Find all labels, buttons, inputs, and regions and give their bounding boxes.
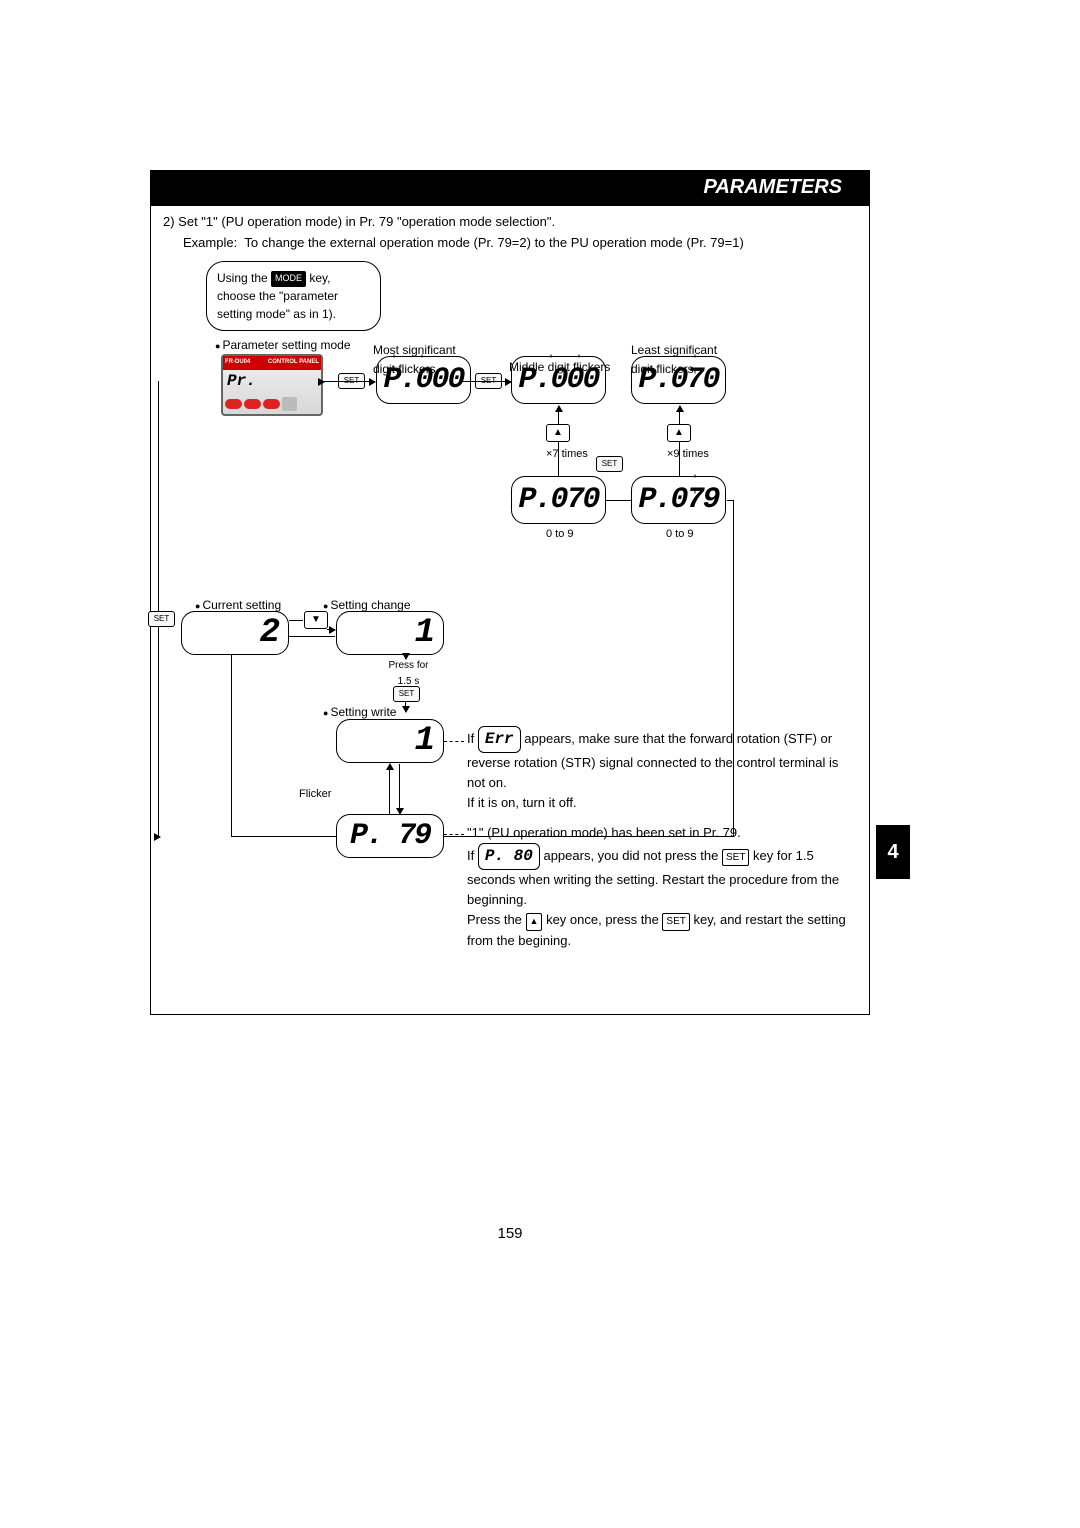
param-mode-label: Parameter setting mode [215,336,351,355]
lcd-p070-b: P.070 [511,476,606,524]
lcd-one: 1 [336,611,444,655]
lcd-one2: 1 [336,719,444,763]
lcd-p000-a: P.000' ' [376,356,471,404]
set-button[interactable]: SET [596,456,623,472]
fr-du04-panel: FR-DU04 CONTROL PANEL Pr. [221,354,323,416]
panel-model: FR-DU04 [225,358,250,368]
p80-display: P. 80 [478,843,540,870]
x9-label: ×9 times [667,446,709,464]
lcd-p079: P.079' ' [631,476,726,524]
content-frame: 2) Set "1" (PU operation mode) in Pr. 79… [150,205,870,1015]
set-key-inline: SET [662,913,689,931]
example-text: Example: To change the external operatio… [163,233,857,254]
panel-display: Pr. [227,369,256,395]
up-button[interactable]: ▲ [667,424,691,442]
bubble-l1a: Using the [217,271,271,285]
lcd-p070: P.070' ' [631,356,726,404]
range-a: 0 to 9 [546,526,574,544]
lcd-p000-b: P.000' ' [511,356,606,404]
page-header: PARAMETERS [150,170,870,205]
bubble-l2: choose the "parameter [217,287,370,305]
set-button[interactable]: SET [148,611,175,627]
chapter-tab: 4 [876,825,910,879]
range-b: 0 to 9 [666,526,694,544]
page-number: 159 [150,1225,870,1242]
lcd-two: 2 [181,611,289,655]
callout-bubble: Using the MODE key, choose the "paramete… [206,261,381,331]
up-button[interactable]: ▲ [546,424,570,442]
flicker-label: Flicker [299,786,331,804]
up-key-inline [526,913,543,931]
step-text: 2) Set "1" (PU operation mode) in Pr. 79… [163,212,857,233]
note-err: If Err appears, make sure that the forwa… [467,726,847,813]
mode-key: MODE [271,271,306,287]
x7-label: ×7 times [546,446,588,464]
panel-ctrl: CONTROL PANEL [268,358,319,368]
bubble-l1b: key, [306,271,330,285]
note-p80: "1" (PU operation mode) has been set in … [467,823,847,951]
set-key-inline: SET [722,849,749,867]
lcd-p79: P. 79 [336,814,444,858]
err-display: Err [478,726,521,753]
set-button[interactable]: SET [393,686,420,702]
down-button[interactable]: ▼ [304,611,328,629]
bubble-l3: setting mode" as in 1). [217,305,370,323]
